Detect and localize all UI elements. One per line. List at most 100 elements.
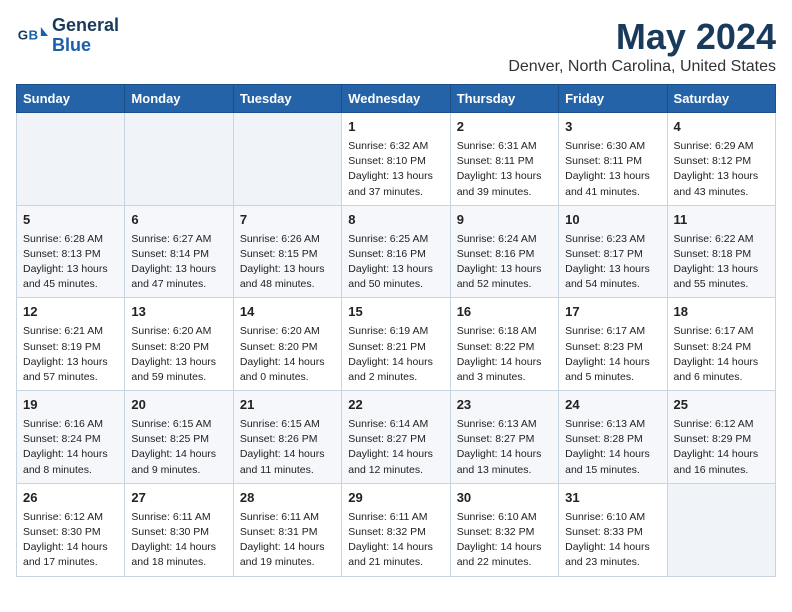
calendar-week-row: 26Sunrise: 6:12 AM Sunset: 8:30 PM Dayli… bbox=[17, 483, 776, 576]
day-number: 30 bbox=[457, 489, 552, 508]
calendar-cell: 18Sunrise: 6:17 AM Sunset: 8:24 PM Dayli… bbox=[667, 298, 775, 391]
cell-info: Sunrise: 6:18 AM Sunset: 8:22 PM Dayligh… bbox=[457, 324, 552, 385]
day-number: 8 bbox=[348, 211, 443, 230]
cell-info: Sunrise: 6:14 AM Sunset: 8:27 PM Dayligh… bbox=[348, 417, 443, 478]
svg-text:B: B bbox=[28, 27, 38, 42]
weekday-header-tuesday: Tuesday bbox=[233, 85, 341, 113]
weekday-header-sunday: Sunday bbox=[17, 85, 125, 113]
day-number: 16 bbox=[457, 303, 552, 322]
cell-info: Sunrise: 6:20 AM Sunset: 8:20 PM Dayligh… bbox=[131, 324, 226, 385]
day-number: 4 bbox=[674, 118, 769, 137]
calendar-cell: 7Sunrise: 6:26 AM Sunset: 8:15 PM Daylig… bbox=[233, 205, 341, 298]
cell-info: Sunrise: 6:27 AM Sunset: 8:14 PM Dayligh… bbox=[131, 232, 226, 293]
day-number: 10 bbox=[565, 211, 660, 230]
calendar-cell: 31Sunrise: 6:10 AM Sunset: 8:33 PM Dayli… bbox=[559, 483, 667, 576]
cell-info: Sunrise: 6:32 AM Sunset: 8:10 PM Dayligh… bbox=[348, 139, 443, 200]
weekday-header-row: SundayMondayTuesdayWednesdayThursdayFrid… bbox=[17, 85, 776, 113]
day-number: 19 bbox=[23, 396, 118, 415]
svg-text:G: G bbox=[18, 27, 28, 42]
day-number: 1 bbox=[348, 118, 443, 137]
calendar-cell: 4 Sunrise: 6:29 AM Sunset: 8:12 PM Daylig… bbox=[667, 113, 775, 206]
cell-info: Sunrise: 6:12 AM Sunset: 8:30 PM Dayligh… bbox=[23, 510, 118, 571]
cell-info: Sunrise: 6:11 AM Sunset: 8:32 PM Dayligh… bbox=[348, 510, 443, 571]
cell-info: Sunrise: 6:16 AM Sunset: 8:24 PM Dayligh… bbox=[23, 417, 118, 478]
calendar-week-row: 19 Sunrise: 6:16 AM Sunset: 8:24 PM Dayli… bbox=[17, 391, 776, 484]
calendar-cell: 21 Sunrise: 6:15 AM Sunset: 8:26 PM Dayli… bbox=[233, 391, 341, 484]
weekday-header-saturday: Saturday bbox=[667, 85, 775, 113]
calendar-cell: 2Sunrise: 6:31 AM Sunset: 8:11 PM Daylig… bbox=[450, 113, 558, 206]
day-number: 13 bbox=[131, 303, 226, 322]
calendar-cell: 30 Sunrise: 6:10 AM Sunset: 8:32 PM Dayli… bbox=[450, 483, 558, 576]
calendar-week-row: 12 Sunrise: 6:21 AM Sunset: 8:19 PM Dayli… bbox=[17, 298, 776, 391]
calendar-cell: 5Sunrise: 6:28 AM Sunset: 8:13 PM Daylig… bbox=[17, 205, 125, 298]
day-number: 27 bbox=[131, 489, 226, 508]
day-number: 28 bbox=[240, 489, 335, 508]
calendar-cell: 15Sunrise: 6:19 AM Sunset: 8:21 PM Dayli… bbox=[342, 298, 450, 391]
calendar-cell: 28 Sunrise: 6:11 AM Sunset: 8:31 PM Dayli… bbox=[233, 483, 341, 576]
day-number: 23 bbox=[457, 396, 552, 415]
day-number: 2 bbox=[457, 118, 552, 137]
calendar-cell: 1 Sunrise: 6:32 AM Sunset: 8:10 PM Daylig… bbox=[342, 113, 450, 206]
calendar-cell: 12 Sunrise: 6:21 AM Sunset: 8:19 PM Dayli… bbox=[17, 298, 125, 391]
month-year-title: May 2024 bbox=[508, 16, 776, 58]
cell-info: Sunrise: 6:15 AM Sunset: 8:25 PM Dayligh… bbox=[131, 417, 226, 478]
calendar-header: SundayMondayTuesdayWednesdayThursdayFrid… bbox=[17, 85, 776, 113]
calendar-week-row: 1 Sunrise: 6:32 AM Sunset: 8:10 PM Daylig… bbox=[17, 113, 776, 206]
calendar-cell: 23 Sunrise: 6:13 AM Sunset: 8:27 PM Dayli… bbox=[450, 391, 558, 484]
calendar-cell: 19 Sunrise: 6:16 AM Sunset: 8:24 PM Dayli… bbox=[17, 391, 125, 484]
calendar-cell: 22 Sunrise: 6:14 AM Sunset: 8:27 PM Dayli… bbox=[342, 391, 450, 484]
calendar-week-row: 5Sunrise: 6:28 AM Sunset: 8:13 PM Daylig… bbox=[17, 205, 776, 298]
cell-info: Sunrise: 6:20 AM Sunset: 8:20 PM Dayligh… bbox=[240, 324, 335, 385]
day-number: 14 bbox=[240, 303, 335, 322]
day-number: 11 bbox=[674, 211, 769, 230]
day-number: 6 bbox=[131, 211, 226, 230]
cell-info: Sunrise: 6:13 AM Sunset: 8:28 PM Dayligh… bbox=[565, 417, 660, 478]
logo-icon: G B bbox=[16, 20, 48, 52]
calendar-cell: 25 Sunrise: 6:12 AM Sunset: 8:29 PM Dayli… bbox=[667, 391, 775, 484]
cell-info: Sunrise: 6:25 AM Sunset: 8:16 PM Dayligh… bbox=[348, 232, 443, 293]
day-number: 18 bbox=[674, 303, 769, 322]
weekday-header-wednesday: Wednesday bbox=[342, 85, 450, 113]
cell-info: Sunrise: 6:15 AM Sunset: 8:26 PM Dayligh… bbox=[240, 417, 335, 478]
cell-info: Sunrise: 6:12 AM Sunset: 8:29 PM Dayligh… bbox=[674, 417, 769, 478]
day-number: 25 bbox=[674, 396, 769, 415]
calendar-cell: 8 Sunrise: 6:25 AM Sunset: 8:16 PM Daylig… bbox=[342, 205, 450, 298]
location-text: Denver, North Carolina, United States bbox=[508, 58, 776, 76]
day-number: 9 bbox=[457, 211, 552, 230]
cell-info: Sunrise: 6:30 AM Sunset: 8:11 PM Dayligh… bbox=[565, 139, 660, 200]
calendar-cell bbox=[233, 113, 341, 206]
day-number: 21 bbox=[240, 396, 335, 415]
calendar-cell: 24Sunrise: 6:13 AM Sunset: 8:28 PM Dayli… bbox=[559, 391, 667, 484]
calendar-table: SundayMondayTuesdayWednesdayThursdayFrid… bbox=[16, 84, 776, 577]
cell-info: Sunrise: 6:24 AM Sunset: 8:16 PM Dayligh… bbox=[457, 232, 552, 293]
cell-info: Sunrise: 6:11 AM Sunset: 8:31 PM Dayligh… bbox=[240, 510, 335, 571]
calendar-cell bbox=[125, 113, 233, 206]
calendar-cell: 3Sunrise: 6:30 AM Sunset: 8:11 PM Daylig… bbox=[559, 113, 667, 206]
day-number: 22 bbox=[348, 396, 443, 415]
calendar-cell: 10 Sunrise: 6:23 AM Sunset: 8:17 PM Dayli… bbox=[559, 205, 667, 298]
cell-info: Sunrise: 6:13 AM Sunset: 8:27 PM Dayligh… bbox=[457, 417, 552, 478]
day-number: 20 bbox=[131, 396, 226, 415]
cell-info: Sunrise: 6:23 AM Sunset: 8:17 PM Dayligh… bbox=[565, 232, 660, 293]
calendar-cell: 27 Sunrise: 6:11 AM Sunset: 8:30 PM Dayli… bbox=[125, 483, 233, 576]
day-number: 12 bbox=[23, 303, 118, 322]
cell-info: Sunrise: 6:11 AM Sunset: 8:30 PM Dayligh… bbox=[131, 510, 226, 571]
day-number: 29 bbox=[348, 489, 443, 508]
calendar-body: 1 Sunrise: 6:32 AM Sunset: 8:10 PM Daylig… bbox=[17, 113, 776, 577]
day-number: 7 bbox=[240, 211, 335, 230]
day-number: 17 bbox=[565, 303, 660, 322]
cell-info: Sunrise: 6:21 AM Sunset: 8:19 PM Dayligh… bbox=[23, 324, 118, 385]
title-block: May 2024 Denver, North Carolina, United … bbox=[508, 16, 776, 76]
calendar-cell: 20 Sunrise: 6:15 AM Sunset: 8:25 PM Dayli… bbox=[125, 391, 233, 484]
cell-info: Sunrise: 6:28 AM Sunset: 8:13 PM Dayligh… bbox=[23, 232, 118, 293]
cell-info: Sunrise: 6:29 AM Sunset: 8:12 PM Dayligh… bbox=[674, 139, 769, 200]
calendar-cell: 17Sunrise: 6:17 AM Sunset: 8:23 PM Dayli… bbox=[559, 298, 667, 391]
cell-info: Sunrise: 6:10 AM Sunset: 8:32 PM Dayligh… bbox=[457, 510, 552, 571]
weekday-header-thursday: Thursday bbox=[450, 85, 558, 113]
logo: G B General Blue bbox=[16, 16, 119, 56]
cell-info: Sunrise: 6:10 AM Sunset: 8:33 PM Dayligh… bbox=[565, 510, 660, 571]
day-number: 15 bbox=[348, 303, 443, 322]
page-header: G B General Blue May 2024 Denver, North … bbox=[16, 16, 776, 76]
calendar-cell: 29 Sunrise: 6:11 AM Sunset: 8:32 PM Dayli… bbox=[342, 483, 450, 576]
calendar-cell bbox=[17, 113, 125, 206]
